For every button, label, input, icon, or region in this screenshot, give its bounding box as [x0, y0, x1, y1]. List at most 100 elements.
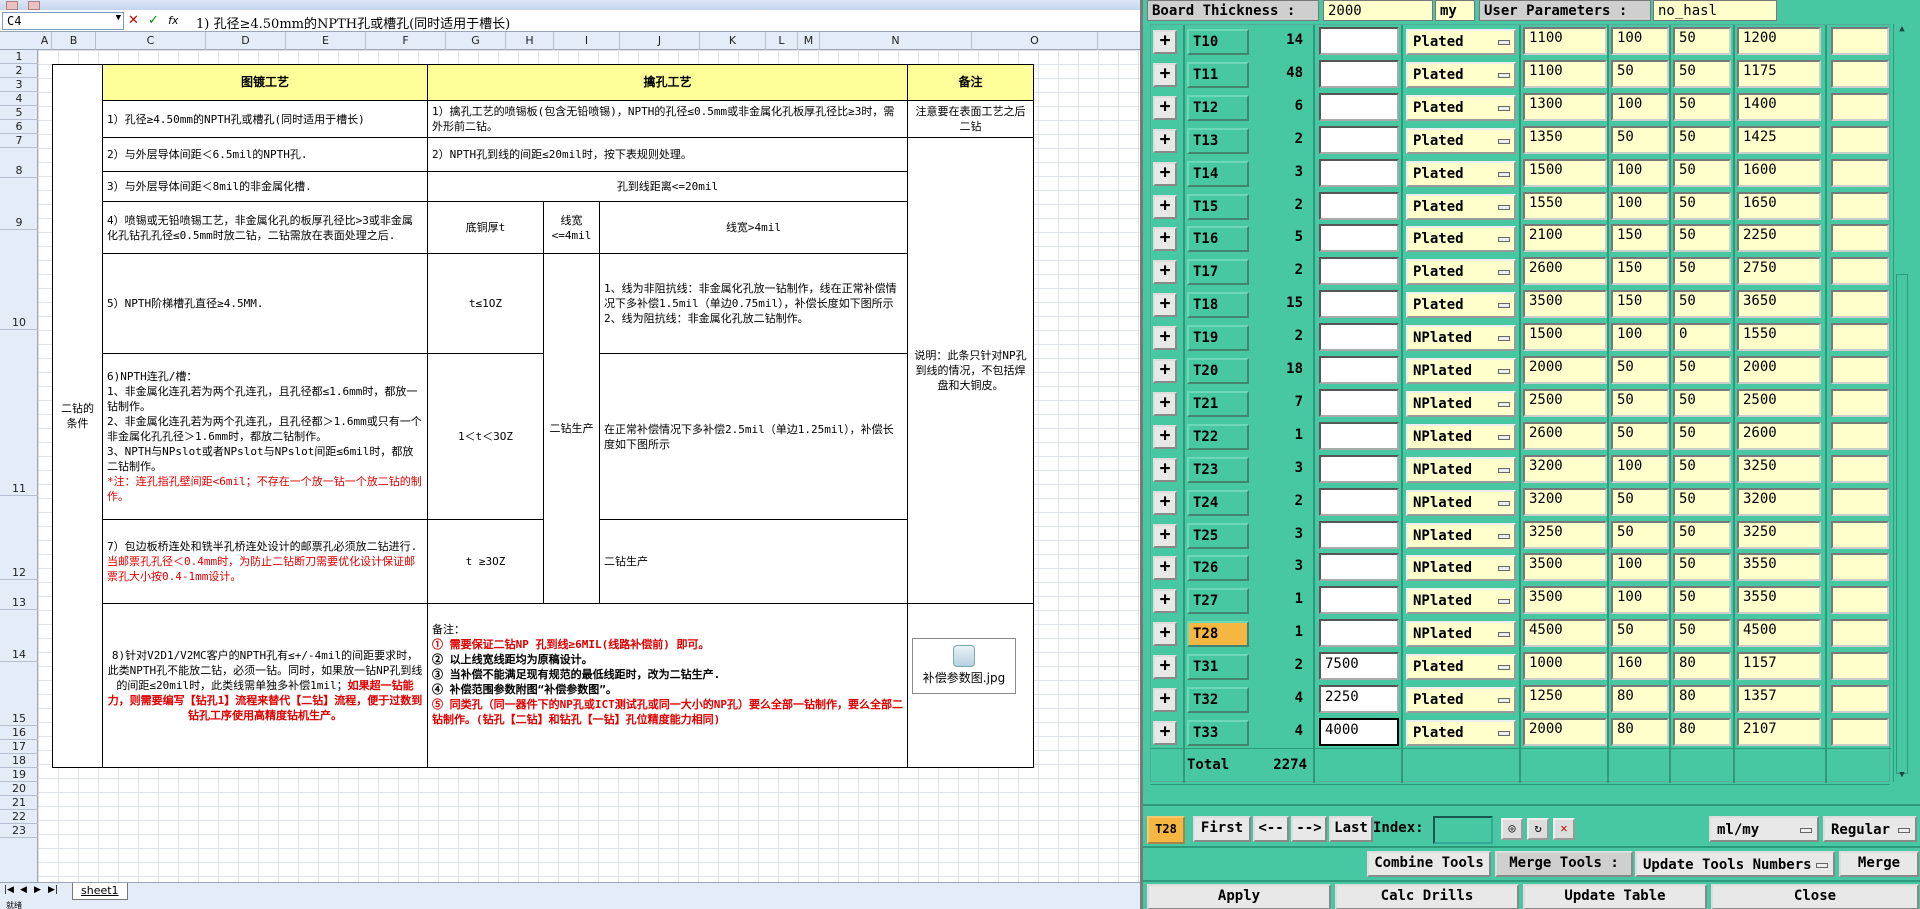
- tool-param-field[interactable]: 50: [1611, 125, 1669, 154]
- next-button[interactable]: -->: [1291, 816, 1327, 842]
- tool-size-input[interactable]: [1319, 520, 1399, 549]
- tool-extra-field[interactable]: [1831, 454, 1889, 483]
- tool-param-field[interactable]: 50: [1611, 421, 1669, 450]
- column-header[interactable]: G: [446, 32, 506, 50]
- tool-param-field[interactable]: 2500: [1737, 388, 1821, 417]
- column-header[interactable]: C: [96, 32, 206, 50]
- scroll-up-icon[interactable]: ▲: [1896, 24, 1908, 36]
- tool-param-field[interactable]: 1400: [1737, 92, 1821, 121]
- last-button[interactable]: Last: [1329, 816, 1373, 842]
- column-header[interactable]: E: [286, 32, 366, 50]
- tool-extra-field[interactable]: [1831, 27, 1889, 55]
- row-header[interactable]: 17: [0, 740, 38, 754]
- tool-size-input[interactable]: [1319, 421, 1399, 450]
- tool-extra-field[interactable]: [1831, 652, 1889, 681]
- tool-param-field[interactable]: 1300: [1523, 92, 1607, 121]
- column-header[interactable]: P: [1098, 32, 1140, 50]
- tool-param-field[interactable]: 80: [1673, 685, 1731, 713]
- tool-extra-field[interactable]: [1831, 520, 1889, 549]
- search-icon[interactable]: ◎: [1501, 818, 1523, 840]
- plating-dropdown[interactable]: NPlated: [1406, 325, 1516, 352]
- expand-icon[interactable]: +: [1153, 227, 1177, 252]
- tool-param-field[interactable]: 1357: [1737, 685, 1821, 713]
- tool-name-button[interactable]: T22: [1187, 423, 1249, 450]
- expand-icon[interactable]: +: [1153, 293, 1177, 318]
- tool-param-field[interactable]: 2000: [1523, 717, 1607, 746]
- attachment-object[interactable]: 补偿参数图.jpg: [912, 638, 1016, 694]
- expand-icon[interactable]: +: [1153, 95, 1177, 120]
- tool-param-field[interactable]: 50: [1673, 619, 1731, 648]
- update-table-button[interactable]: Update Table: [1523, 884, 1707, 909]
- tool-extra-field[interactable]: [1831, 191, 1889, 220]
- last-sheet-icon[interactable]: ▶|: [48, 885, 58, 895]
- tool-param-field[interactable]: 50: [1673, 59, 1731, 88]
- tool-name-button[interactable]: T21: [1187, 390, 1249, 417]
- tool-param-field[interactable]: 1650: [1737, 191, 1821, 220]
- tool-param-field[interactable]: 1157: [1737, 652, 1821, 681]
- tool-param-field[interactable]: 50: [1673, 520, 1731, 549]
- toolbar-icon[interactable]: [6, 1, 18, 10]
- tool-param-field[interactable]: 50: [1611, 356, 1669, 384]
- tool-size-input[interactable]: 7500: [1319, 652, 1399, 681]
- row-header[interactable]: 23: [0, 824, 38, 838]
- plating-dropdown[interactable]: NPlated: [1406, 588, 1516, 615]
- tool-param-field[interactable]: 50: [1673, 191, 1731, 220]
- mode-dropdown[interactable]: Regular: [1823, 816, 1917, 842]
- row-header[interactable]: 2: [0, 64, 38, 78]
- name-box[interactable]: C4 ▼: [2, 12, 124, 30]
- tool-size-input[interactable]: [1319, 323, 1399, 352]
- tool-size-input[interactable]: [1319, 27, 1399, 55]
- tool-extra-field[interactable]: [1831, 356, 1889, 384]
- plating-dropdown[interactable]: Plated: [1406, 29, 1516, 55]
- tool-param-field[interactable]: 1175: [1737, 59, 1821, 88]
- tool-param-field[interactable]: 3250: [1737, 454, 1821, 483]
- column-header[interactable]: N: [820, 32, 972, 50]
- tool-param-field[interactable]: 80: [1673, 652, 1731, 681]
- calc-drills-button[interactable]: Calc Drills: [1335, 884, 1519, 909]
- tool-size-input[interactable]: [1319, 619, 1399, 648]
- vertical-scrollbar[interactable]: ▲ ▼: [1893, 24, 1909, 782]
- tool-param-field[interactable]: 150: [1611, 257, 1669, 286]
- refresh-icon[interactable]: ↻: [1527, 818, 1549, 840]
- prev-sheet-icon[interactable]: ◀: [20, 885, 27, 895]
- row-header[interactable]: 16: [0, 726, 38, 740]
- plating-dropdown[interactable]: Plated: [1406, 193, 1516, 220]
- tool-size-input[interactable]: [1319, 257, 1399, 286]
- tool-param-field[interactable]: 3250: [1523, 520, 1607, 549]
- column-header[interactable]: B: [52, 32, 96, 50]
- tool-param-field[interactable]: 1500: [1523, 323, 1607, 352]
- plating-dropdown[interactable]: Plated: [1406, 687, 1516, 713]
- tool-extra-field[interactable]: [1831, 619, 1889, 648]
- tool-extra-field[interactable]: [1831, 388, 1889, 417]
- tool-extra-field[interactable]: [1831, 685, 1889, 713]
- function-icon[interactable]: fx: [168, 14, 178, 27]
- tool-param-field[interactable]: 100: [1611, 158, 1669, 187]
- tool-param-field[interactable]: 3500: [1523, 553, 1607, 582]
- tool-param-field[interactable]: 1250: [1523, 685, 1607, 713]
- tool-param-field[interactable]: 2100: [1523, 224, 1607, 253]
- plating-dropdown[interactable]: NPlated: [1406, 522, 1516, 549]
- tool-param-field[interactable]: 50: [1611, 487, 1669, 516]
- tool-param-field[interactable]: 80: [1611, 717, 1669, 746]
- tool-name-button[interactable]: T15: [1187, 193, 1249, 220]
- row-header[interactable]: 19: [0, 768, 38, 782]
- tool-param-field[interactable]: 2000: [1737, 356, 1821, 384]
- tool-name-button[interactable]: T28: [1187, 621, 1249, 648]
- column-header[interactable]: D: [206, 32, 286, 50]
- tool-param-field[interactable]: 2250: [1737, 224, 1821, 253]
- tool-param-field[interactable]: 100: [1611, 553, 1669, 582]
- plating-dropdown[interactable]: NPlated: [1406, 358, 1516, 384]
- tool-param-field[interactable]: 100: [1611, 586, 1669, 615]
- tool-param-field[interactable]: 80: [1673, 717, 1731, 746]
- tool-param-field[interactable]: 50: [1673, 27, 1731, 55]
- tool-param-field[interactable]: 1350: [1523, 125, 1607, 154]
- tool-param-field[interactable]: 50: [1611, 520, 1669, 549]
- tool-size-input[interactable]: [1319, 191, 1399, 220]
- row-header[interactable]: 14: [0, 610, 38, 662]
- row-header[interactable]: 22: [0, 810, 38, 824]
- expand-icon[interactable]: +: [1153, 688, 1177, 712]
- row-header[interactable]: 3: [0, 78, 38, 92]
- expand-icon[interactable]: +: [1153, 62, 1177, 87]
- tool-param-field[interactable]: 50: [1611, 388, 1669, 417]
- tool-name-button[interactable]: T13: [1187, 127, 1249, 154]
